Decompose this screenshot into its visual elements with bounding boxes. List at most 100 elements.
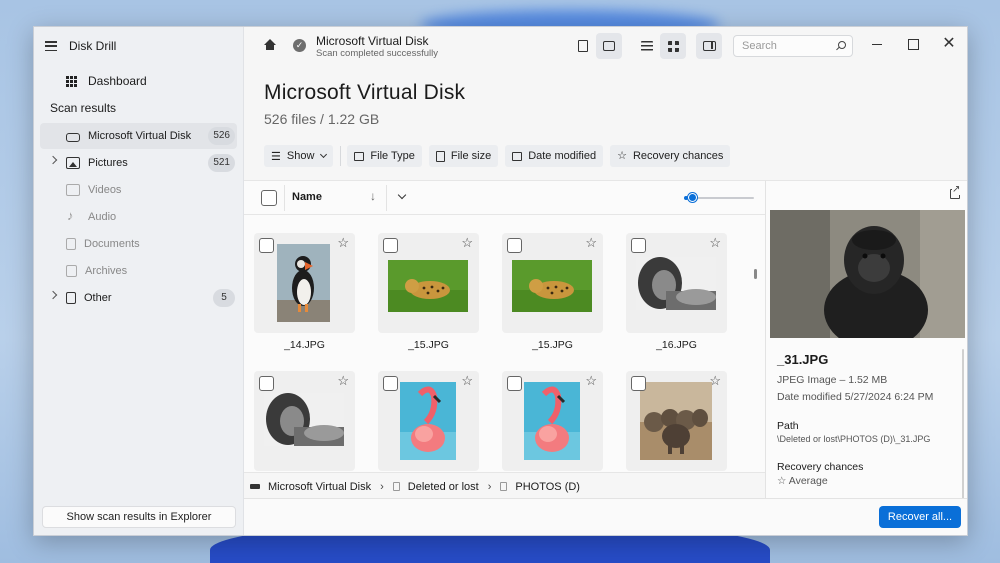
file-size-icon	[435, 150, 445, 162]
tile-checkbox[interactable]	[507, 238, 522, 253]
show-filter-button[interactable]: ☰ Show	[264, 145, 334, 167]
tile-checkbox[interactable]	[383, 376, 398, 391]
thumbnail-card[interactable]: ☆	[502, 233, 603, 333]
file-name: _16.JPG	[656, 339, 697, 351]
grid-icon	[667, 40, 679, 52]
file-tile[interactable]: ☆	[378, 371, 479, 473]
filter-bar: ☰ Show File Type File size Date modified…	[264, 145, 737, 167]
sidebar-item-dashboard[interactable]: Dashboard	[34, 67, 243, 95]
image-icon	[354, 151, 365, 161]
close-icon[interactable]: ✕	[942, 36, 956, 52]
breadcrumb-item[interactable]: Deleted or lost	[408, 481, 479, 493]
thumbnail-card[interactable]: ☆	[378, 233, 479, 333]
thumbnail-card[interactable]: ☆	[254, 371, 355, 471]
thumbnail-card[interactable]: ☆	[626, 371, 727, 471]
tile-checkbox[interactable]	[507, 376, 522, 391]
folder-view-button[interactable]	[596, 33, 622, 59]
chevron-down-icon[interactable]	[397, 190, 407, 200]
search-icon[interactable]	[838, 41, 846, 49]
puffin-photo	[277, 244, 330, 322]
grid-scrollbar[interactable]	[754, 269, 757, 279]
home-icon[interactable]	[264, 39, 276, 51]
file-tile[interactable]: ☆	[254, 371, 355, 473]
archive-icon	[66, 265, 77, 277]
file-tile[interactable]: ☆ _15.JPG	[378, 233, 479, 351]
file-tile[interactable]: ☆ _16.JPG	[626, 233, 727, 351]
preview-scrollbar[interactable]	[962, 349, 964, 499]
maximize-icon[interactable]	[906, 37, 920, 51]
preview-panel-toggle[interactable]	[696, 33, 722, 59]
file-icon	[578, 40, 588, 52]
folder-icon	[603, 41, 615, 51]
file-size-label: File size	[450, 150, 492, 162]
show-in-explorer-button[interactable]: Show scan results in Explorer	[42, 506, 236, 528]
recovery-star-icon: ☆	[337, 373, 349, 388]
minimize-icon[interactable]	[870, 37, 884, 51]
preview-file-name: _31.JPG	[777, 352, 829, 367]
preview-recovery-value: ☆ Average	[777, 475, 828, 487]
sidebar-item-videos[interactable]: Videos	[40, 177, 237, 203]
file-type-filter-button[interactable]: File Type	[347, 145, 422, 167]
preview-panel: _31.JPG JPEG Image – 1.52 MB Date modifi…	[765, 180, 967, 500]
thumbnail-card[interactable]: ☆	[626, 233, 727, 333]
open-external-icon[interactable]	[950, 184, 961, 199]
breadcrumb-item[interactable]: PHOTOS (D)	[515, 481, 580, 493]
chevron-right-icon[interactable]	[48, 155, 58, 165]
date-modified-filter-button[interactable]: Date modified	[505, 145, 604, 167]
recover-all-button[interactable]: Recover all...	[879, 506, 961, 528]
document-icon	[66, 238, 76, 250]
disk-icon	[66, 132, 80, 142]
music-note-icon	[66, 208, 80, 223]
folder-icon	[500, 482, 508, 491]
sidebar-item-label: Documents	[84, 238, 140, 250]
sidebar-item-label: Other	[84, 292, 112, 304]
recovery-star-icon: ☆	[461, 235, 473, 250]
lion-bw-photo	[264, 393, 344, 446]
chevron-right-icon[interactable]	[48, 290, 58, 300]
thumbnail-size-slider[interactable]	[690, 197, 754, 199]
file-tile[interactable]: ☆	[626, 371, 727, 473]
tile-checkbox[interactable]	[259, 238, 274, 253]
sidebar-item-archives[interactable]: Archives	[40, 258, 237, 284]
select-all-checkbox[interactable]	[261, 190, 277, 206]
file-view-button[interactable]	[570, 33, 596, 59]
list-view-button[interactable]	[634, 33, 660, 59]
name-column-header[interactable]: Name	[292, 191, 322, 203]
recovery-chances-filter-button[interactable]: ☆ Recovery chances	[610, 145, 731, 167]
column-header: Name ↓	[244, 181, 765, 215]
recovery-chances-label: Recovery chances	[632, 150, 724, 162]
file-size-filter-button[interactable]: File size	[428, 145, 499, 167]
video-icon	[66, 184, 80, 196]
grid-view-button[interactable]	[660, 33, 686, 59]
sidebar-item-documents[interactable]: Documents	[40, 231, 237, 257]
breadcrumb-item[interactable]: Microsoft Virtual Disk	[268, 481, 371, 493]
thumbnail-grid: ☆ _14.JPG ☆ _15.JPG ☆ _15.JPG ☆ _16.JPG …	[254, 233, 744, 473]
device-title: Microsoft Virtual Disk	[316, 34, 429, 48]
sidebar-item-audio[interactable]: Audio	[40, 204, 237, 230]
search-input[interactable]	[733, 35, 853, 57]
thumbnail-card[interactable]: ☆	[378, 371, 479, 471]
sidebar-item-label: Microsoft Virtual Disk	[88, 130, 192, 142]
folder-icon	[392, 482, 400, 491]
file-tile[interactable]: ☆ _14.JPG	[254, 233, 355, 351]
slider-knob[interactable]	[688, 193, 697, 202]
sidebar-item-other[interactable]: Other 5	[40, 285, 237, 311]
tile-checkbox[interactable]	[383, 238, 398, 253]
preview-file-type: JPEG Image – 1.52 MB	[777, 374, 888, 386]
recovery-star-icon: ☆	[585, 373, 597, 388]
file-type-label: File Type	[370, 150, 415, 162]
sort-arrow-icon[interactable]: ↓	[370, 189, 376, 203]
file-tile[interactable]: ☆ _15.JPG	[502, 233, 603, 351]
sidebar-item-pictures[interactable]: Pictures 521	[40, 150, 237, 176]
hamburger-menu-icon[interactable]	[45, 41, 57, 51]
sidebar-item-label: Pictures	[88, 157, 128, 169]
tile-checkbox[interactable]	[631, 238, 646, 253]
count-badge: 526	[208, 127, 235, 145]
dashboard-label: Dashboard	[88, 74, 147, 88]
file-tile[interactable]: ☆	[502, 371, 603, 473]
thumbnail-card[interactable]: ☆	[502, 371, 603, 471]
sidebar-item-microsoft-virtual-disk[interactable]: Microsoft Virtual Disk 526	[40, 123, 237, 149]
tile-checkbox[interactable]	[631, 376, 646, 391]
tile-checkbox[interactable]	[259, 376, 274, 391]
thumbnail-card[interactable]: ☆	[254, 233, 355, 333]
